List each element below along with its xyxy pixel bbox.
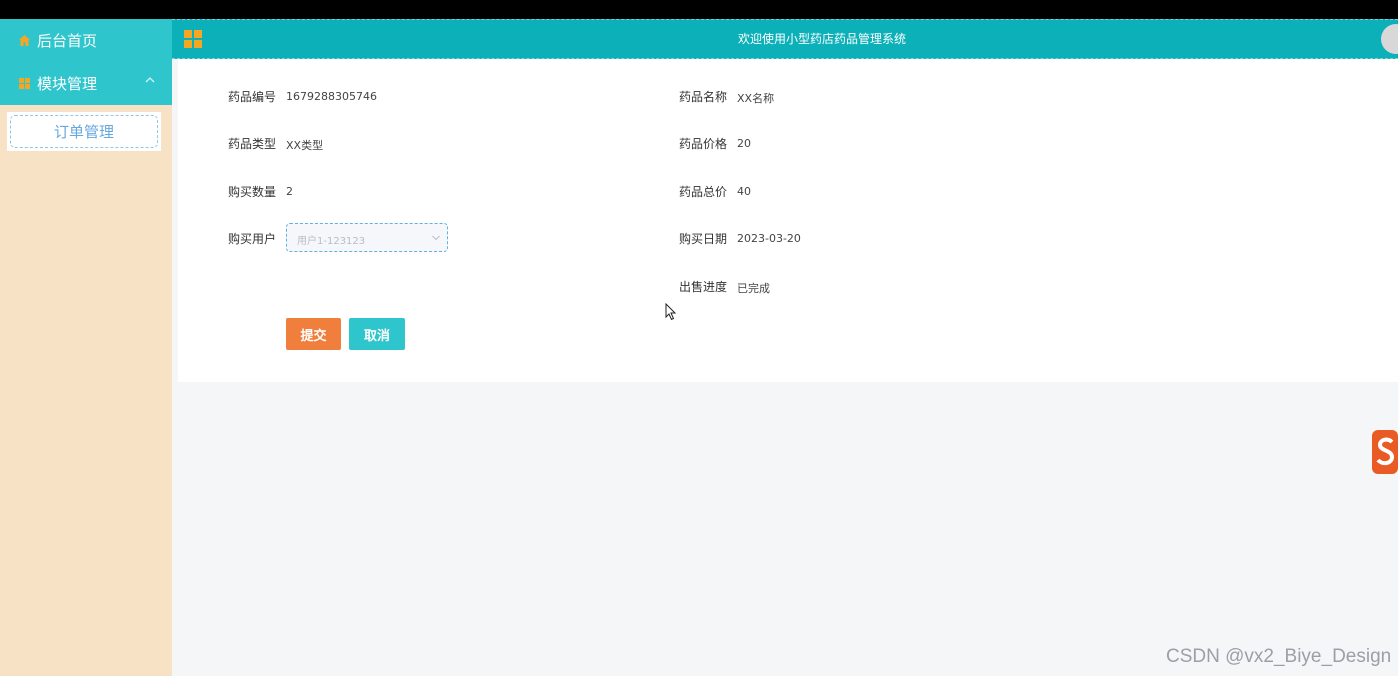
buyer-label: 购买用户 bbox=[228, 232, 277, 246]
submenu-item-orders[interactable]: 订单管理 bbox=[10, 115, 158, 148]
purchase-date-label: 购买日期 bbox=[679, 232, 728, 246]
header-title: 欢迎使用小型药店药品管理系统 bbox=[737, 32, 906, 46]
total-price-value: 40 bbox=[737, 185, 751, 198]
sidebar-item-home[interactable]: 后台首页 bbox=[0, 19, 172, 62]
drug-code-value: 1679288305746 bbox=[286, 90, 377, 103]
mouse-cursor-icon bbox=[665, 303, 677, 321]
drug-code-label: 药品编号 bbox=[228, 90, 277, 104]
sale-status-value: 已完成 bbox=[737, 282, 770, 295]
cancel-button[interactable]: 取消 bbox=[349, 318, 405, 350]
quantity-value: 2 bbox=[286, 185, 293, 198]
watermark: CSDN @vx2_Biye_Design bbox=[1166, 646, 1392, 667]
sidebar-item-home-label: 后台首页 bbox=[37, 32, 98, 50]
chevron-up-icon[interactable] bbox=[145, 75, 155, 85]
submenu-container: 订单管理 bbox=[7, 112, 161, 151]
s-logo-icon bbox=[1372, 430, 1398, 474]
drug-price-value: 20 bbox=[737, 137, 751, 150]
buyer-select[interactable]: 用户1-123123 bbox=[286, 223, 448, 252]
chevron-down-icon bbox=[432, 235, 440, 241]
sidebar-item-module-label: 模块管理 bbox=[37, 75, 98, 93]
sidebar: 后台首页 模块管理 订单管理 bbox=[0, 19, 172, 676]
submit-button[interactable]: 提交 bbox=[286, 318, 341, 350]
buyer-select-value: 用户1-123123 bbox=[297, 236, 366, 247]
drug-name-value: XX名称 bbox=[737, 92, 775, 105]
home-icon bbox=[19, 35, 30, 46]
grid-icon bbox=[19, 78, 30, 89]
total-price-label: 药品总价 bbox=[679, 185, 728, 199]
purchase-date-value: 2023-03-20 bbox=[737, 232, 801, 245]
drug-name-label: 药品名称 bbox=[679, 90, 728, 104]
quantity-label: 购买数量 bbox=[228, 185, 277, 199]
drug-price-label: 药品价格 bbox=[679, 137, 728, 151]
sidebar-item-module-management[interactable]: 模块管理 bbox=[0, 62, 172, 105]
sale-status-label: 出售进度 bbox=[679, 280, 728, 294]
top-black-bar bbox=[0, 0, 1398, 19]
drug-type-label: 药品类型 bbox=[228, 137, 277, 151]
drug-type-value: XX类型 bbox=[286, 139, 324, 152]
header-bar: 欢迎使用小型药店药品管理系统 bbox=[172, 19, 1398, 59]
